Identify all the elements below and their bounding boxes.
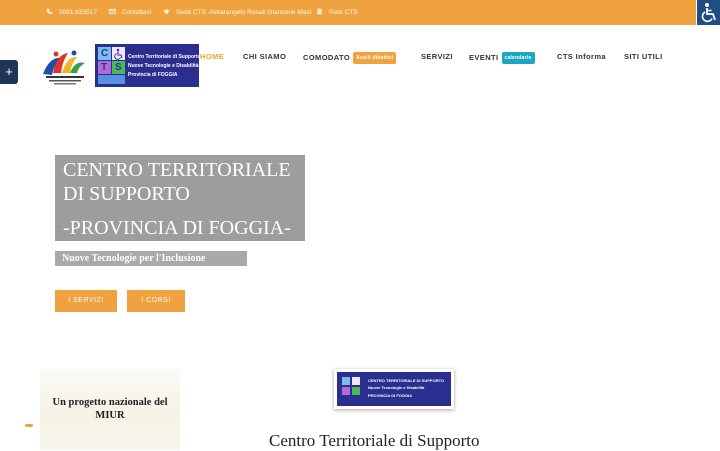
miur-card-line1: Un progetto nazionale del	[52, 397, 168, 408]
section-title: Centro Territoriale di Supporto	[269, 431, 480, 450]
wheelchair-square-icon	[112, 47, 125, 60]
sede-text: Sede CTS -Notarangelo Rosati Giannone Ma…	[176, 9, 312, 16]
small-logo-square-3	[342, 387, 350, 395]
small-logo-line1: CENTRO TERRITORIALE DI SUPPORTO	[368, 378, 445, 383]
sede-link[interactable]: Sede CTS -Notarangelo Rosati Giannone Ma…	[163, 8, 311, 17]
cts-logo[interactable]: C T S Centro Territoriale di Supporto Nu…	[95, 44, 201, 87]
cts-small-logo: CENTRO TERRITORIALE DI SUPPORTO Nuove Te…	[334, 369, 454, 409]
miur-card-line2: MIUR	[95, 410, 125, 421]
corsi-button[interactable]: I CORSI	[127, 290, 185, 312]
contact-link[interactable]: Contattaci	[109, 8, 151, 17]
nav-eventi-label: EVENTI	[469, 53, 499, 62]
cts-logo-bar	[98, 75, 125, 84]
cts-letter-s-text: S	[115, 62, 122, 73]
nav-servizi[interactable]: SERVIZI	[421, 52, 453, 62]
small-logo-square-2	[352, 377, 360, 385]
phone-link[interactable]: 0881.633517	[46, 8, 97, 17]
small-logo-line2: Nuove Tecnologie e Disabilità	[368, 385, 425, 390]
scroll-indicator[interactable]	[25, 424, 33, 427]
hero-subtitle: Nuove Tecnologie per l'Inclusione	[55, 251, 247, 266]
nav-comodato-label: COMODATO	[303, 53, 351, 62]
rete-link[interactable]: Rete CTS	[316, 8, 358, 17]
side-panel-toggle[interactable]: +	[0, 60, 18, 84]
top-bar: 0881.633517 Contattaci Sede CTS -Notaran…	[0, 0, 720, 25]
nav-comodato[interactable]: COMODATO Ausili didattici	[303, 52, 397, 64]
hero-title-line2: DI SUPPORTO	[63, 183, 190, 205]
envelope-icon	[109, 8, 116, 15]
small-logo-square-1	[342, 377, 350, 385]
school-logo[interactable]	[40, 48, 90, 88]
eventi-badge: calendario	[501, 52, 535, 64]
contact-text: Contattaci	[122, 9, 152, 16]
graduation-cap-icon	[163, 9, 170, 14]
rete-text: Rete CTS	[329, 9, 358, 16]
wheelchair-icon	[701, 3, 716, 23]
cts-small-logo-bg: CENTRO TERRITORIALE DI SUPPORTO Nuove Te…	[337, 372, 451, 406]
cts-logo-line3: Provincia di FOGGIA	[128, 72, 178, 78]
phone-icon	[46, 8, 53, 15]
nav-eventi[interactable]: EVENTI calendario	[469, 52, 535, 64]
cts-logo-line1: Centro Territoriale di Supporto	[128, 54, 201, 60]
cts-logo-line2: Nuove Tecnologie e Disabilità	[128, 63, 199, 69]
phone-text: 0881.633517	[59, 9, 97, 16]
accessibility-button[interactable]	[696, 0, 720, 25]
hero-title-box: CENTRO TERRITORIALE DI SUPPORTO -PROVINC…	[55, 155, 305, 241]
comodato-badge: Ausili didattici	[353, 52, 397, 64]
small-logo-square-4	[352, 387, 360, 395]
nav-cts-informa[interactable]: CTS Informa	[557, 52, 606, 62]
nav-chi-siamo[interactable]: CHI SIAMO	[243, 52, 286, 62]
hero-title-line1: CENTRO TERRITORIALE	[63, 159, 291, 181]
small-logo-line3: PROVINCIA DI FOGGIA	[368, 393, 413, 398]
miur-card: Un progetto nazionale del MIUR	[40, 369, 180, 450]
hero-title-line3: -PROVINCIA DI FOGGIA-	[63, 217, 291, 239]
nav-siti-utili[interactable]: SITI UTILI	[624, 52, 663, 62]
servizi-button[interactable]: I SERVIZI	[55, 290, 117, 312]
cts-letter-c-text: C	[101, 48, 109, 59]
nav-home[interactable]: HOME	[200, 52, 224, 62]
miur-card-text: Un progetto nazionale del MIUR	[40, 396, 180, 422]
cts-letter-t-text: T	[101, 62, 108, 73]
building-icon	[317, 8, 322, 15]
